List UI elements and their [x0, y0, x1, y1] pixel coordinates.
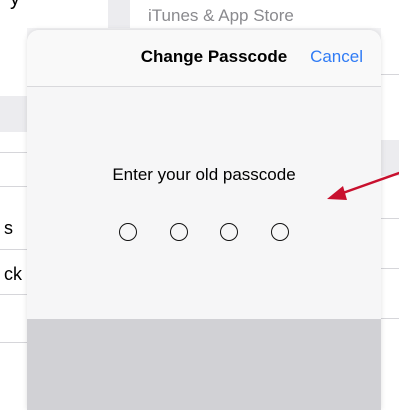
- passcode-prompt: Enter your old passcode: [112, 165, 296, 184]
- background-left-item-1[interactable]: s: [4, 218, 13, 239]
- modal-header: Change Passcode Cancel: [27, 30, 381, 87]
- background-right-list: [381, 28, 399, 410]
- passcode-dot-3: [220, 223, 239, 241]
- background-right-highlight: [381, 140, 399, 176]
- passcode-entry-area: Enter your old passcode: [27, 87, 381, 319]
- divider: [0, 186, 27, 187]
- background-row-itunes-app-store[interactable]: iTunes & App Store: [148, 6, 294, 26]
- background-header: y iTunes & App Store: [0, 0, 399, 28]
- change-passcode-modal: Change Passcode Cancel Enter your old pa…: [27, 30, 381, 410]
- divider: [381, 318, 399, 319]
- background-left-list: s ck: [0, 28, 27, 410]
- background-left-item-2[interactable]: ck: [4, 264, 22, 285]
- background-partial-title: y: [10, 0, 20, 11]
- divider: [381, 218, 399, 219]
- background-divider: [108, 0, 130, 28]
- background-left-highlight: [0, 96, 27, 132]
- passcode-input[interactable]: [119, 221, 289, 243]
- passcode-dot-2: [169, 223, 188, 241]
- divider: [381, 268, 399, 269]
- screen: y iTunes & App Store s ck Change Passcod…: [0, 0, 399, 410]
- keyboard-area: [27, 319, 381, 410]
- passcode-dot-4: [270, 223, 289, 241]
- divider: [0, 249, 27, 250]
- cancel-button[interactable]: Cancel: [310, 47, 363, 67]
- divider: [0, 294, 27, 295]
- divider: [0, 152, 27, 153]
- divider: [0, 342, 27, 343]
- divider: [381, 74, 399, 75]
- passcode-dot-1: [119, 223, 137, 241]
